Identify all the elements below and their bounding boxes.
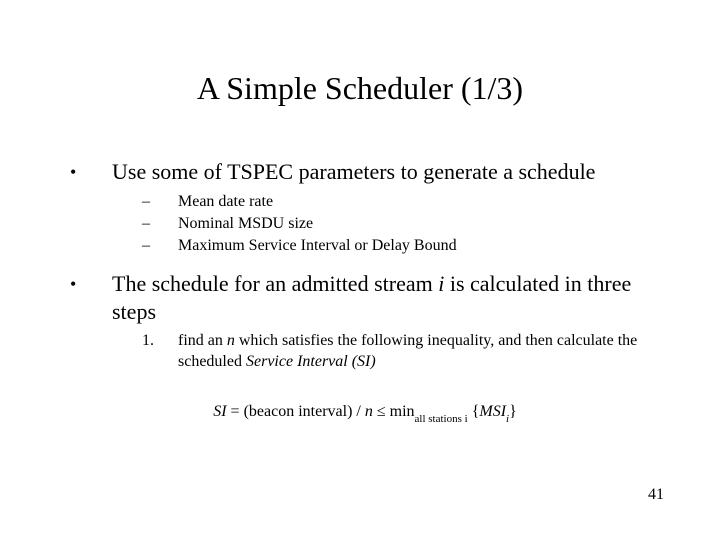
bullet-2-numlist: 1. find an n which satisfies the followi… [142,331,660,373]
dash-icon: – [142,192,178,212]
slide-body: • Use some of TSPEC parameters to genera… [70,158,660,425]
formula-area: SI = (beacon interval) / n ≤ minall stat… [70,395,660,425]
bullet-2: • The schedule for an admitted stream i … [70,270,660,325]
italic-service-interval: Service Interval (SI) [246,353,376,370]
formula-n: n [365,403,373,420]
page-number: 41 [648,486,664,504]
bullet-dot-icon: • [70,270,112,325]
numitem-marker: 1. [142,331,178,373]
bullet-1: • Use some of TSPEC parameters to genera… [70,158,660,186]
bullet-1-sublist: – Mean date rate – Nominal MSDU size – M… [142,192,660,256]
text-fragment: find an [178,332,227,349]
formula-brace-open: { [468,403,480,420]
slide: A Simple Scheduler (1/3) • Use some of T… [0,0,720,540]
formula-le-min: ≤ min [373,403,415,420]
bullet-dot-icon: • [70,158,112,186]
dash-icon: – [142,214,178,234]
formula-msi: MSI [479,403,506,420]
numitem: 1. find an n which satisfies the followi… [142,331,660,373]
text-fragment: The schedule for an admitted stream [112,271,438,296]
subitem: – Nominal MSDU size [142,214,660,234]
subitem-text: Maximum Service Interval or Delay Bound [178,236,660,256]
formula: SI = (beacon interval) / n ≤ minall stat… [213,402,517,425]
formula-eq: = (beacon interval) / [227,403,365,420]
dash-icon: – [142,236,178,256]
subitem-text: Mean date rate [178,192,660,212]
bullet-2-text: The schedule for an admitted stream i is… [112,270,660,325]
formula-si: SI [213,403,226,420]
subitem: – Mean date rate [142,192,660,212]
formula-brace-close: } [509,403,517,420]
italic-n: n [227,332,235,349]
slide-title: A Simple Scheduler (1/3) [0,70,720,107]
subitem: – Maximum Service Interval or Delay Boun… [142,236,660,256]
subitem-text: Nominal MSDU size [178,214,660,234]
numitem-text: find an n which satisfies the following … [178,331,660,373]
formula-msi-sub: i [506,413,509,425]
bullet-1-text: Use some of TSPEC parameters to generate… [112,158,660,186]
formula-subscript: all stations i [415,413,468,425]
